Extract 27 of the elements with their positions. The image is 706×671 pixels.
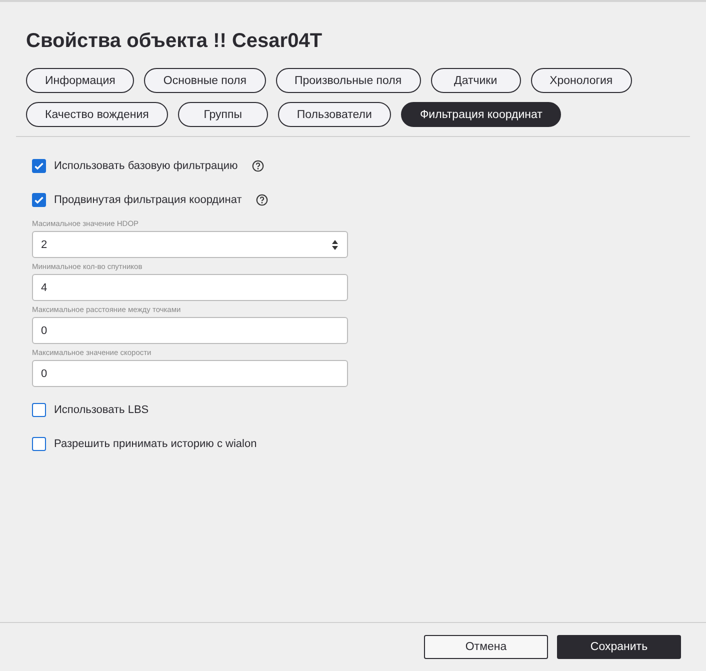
tab[interactable]: Произвольные поля bbox=[276, 68, 421, 93]
spinner-icon[interactable] bbox=[331, 238, 339, 250]
checkbox[interactable] bbox=[32, 403, 46, 417]
tab[interactable]: Пользователи bbox=[278, 102, 391, 127]
checkbox[interactable] bbox=[32, 159, 46, 173]
checkbox-label: Использовать LBS bbox=[54, 404, 149, 416]
tab[interactable]: Датчики bbox=[430, 68, 521, 93]
checkbox-label: Продвинутая фильтрация координат bbox=[54, 194, 242, 206]
save-button[interactable]: Сохранить bbox=[557, 635, 681, 659]
tab[interactable]: Качество вождения bbox=[26, 102, 168, 127]
input-field[interactable]: 0 bbox=[32, 360, 348, 387]
tab[interactable]: Хронология bbox=[530, 68, 632, 93]
checkbox-label: Использовать базовую фильтрацию bbox=[54, 160, 238, 172]
input-field[interactable]: 0 bbox=[32, 317, 348, 344]
tab[interactable]: Фильтрация координат bbox=[400, 102, 562, 127]
help-icon[interactable] bbox=[252, 160, 264, 172]
checkbox[interactable] bbox=[32, 193, 46, 207]
checkbox-label: Разрешить принимать историю с wialon bbox=[54, 438, 257, 450]
input-field[interactable]: 4 bbox=[32, 274, 348, 301]
tab[interactable]: Информация bbox=[26, 68, 134, 93]
checkbox[interactable] bbox=[32, 437, 46, 451]
tab[interactable]: Группы bbox=[178, 102, 268, 127]
input-field[interactable]: 2 bbox=[32, 231, 348, 258]
cancel-button[interactable]: Отмена bbox=[424, 635, 548, 659]
tab[interactable]: Основные поля bbox=[144, 68, 266, 93]
help-icon[interactable] bbox=[256, 194, 268, 206]
dialog-title: Свойства объекта !! Cesar04T bbox=[26, 29, 324, 54]
